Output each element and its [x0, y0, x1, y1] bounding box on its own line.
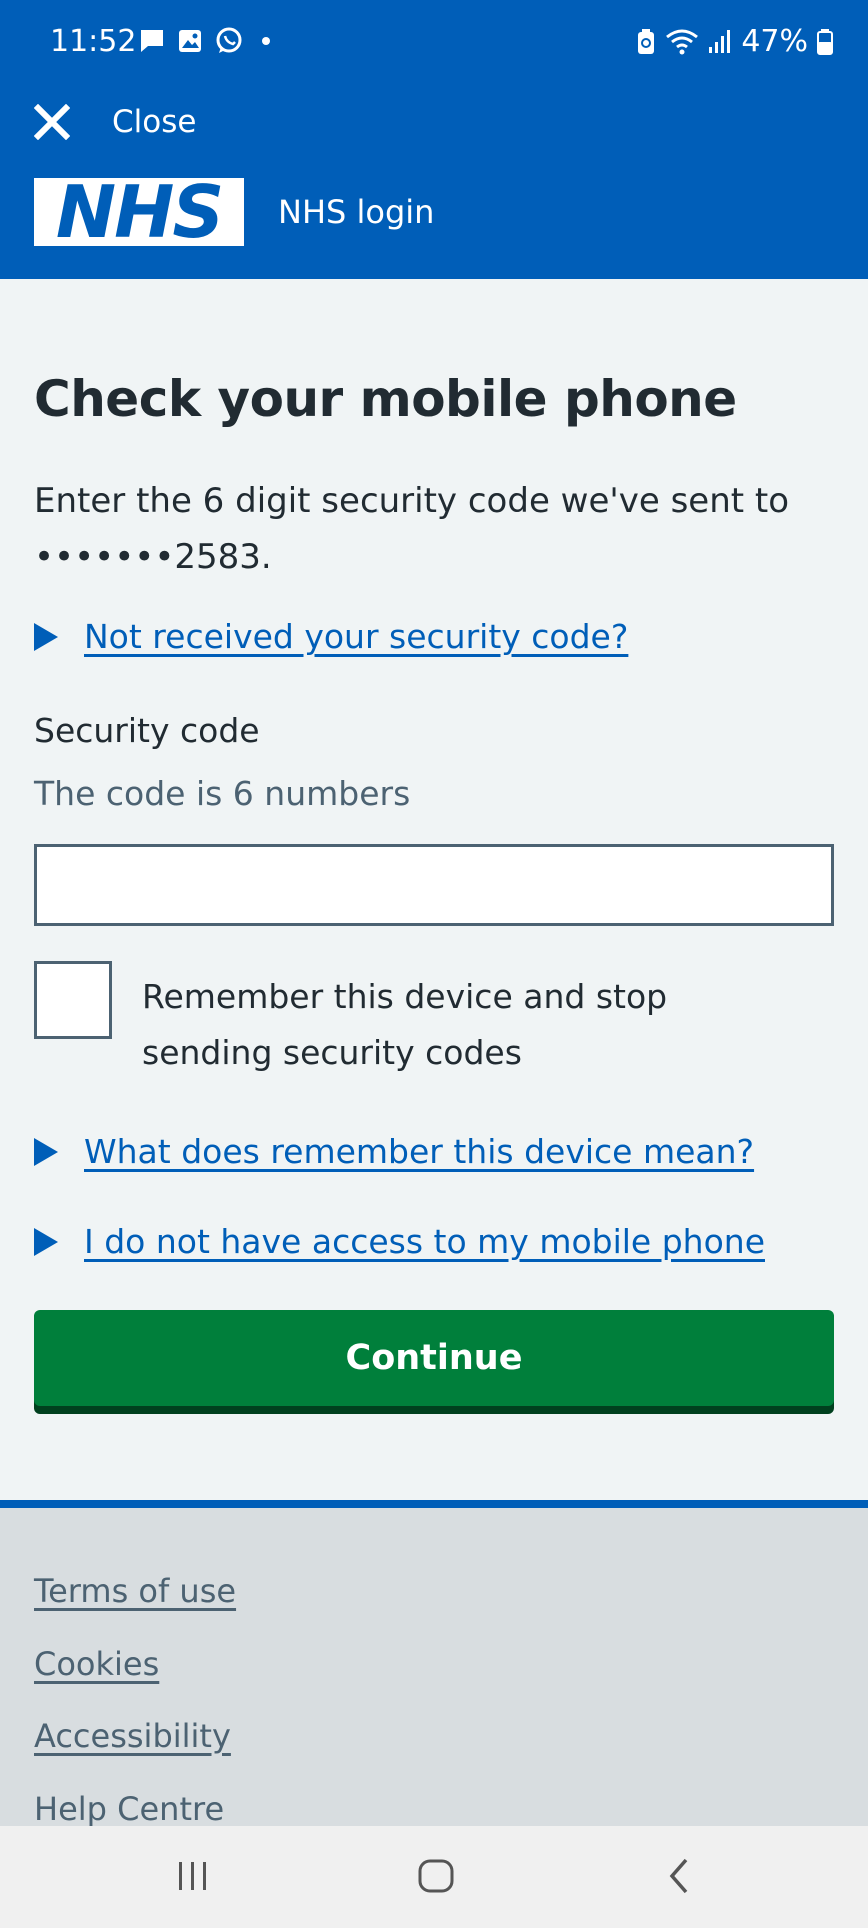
remember-meaning-link[interactable]: What does remember this device mean?: [84, 1132, 754, 1171]
close-label: Close: [112, 104, 197, 140]
back-icon[interactable]: [664, 1856, 694, 1896]
nhs-logo-text: NHS: [55, 170, 224, 254]
security-code-hint: The code is 6 numbers: [34, 774, 411, 813]
signal-icon: [709, 29, 731, 53]
not-received-details[interactable]: Not received your security code?: [34, 617, 628, 656]
dot-icon: [262, 37, 270, 45]
service-name: NHS login: [278, 193, 435, 231]
battery-icon: [817, 28, 833, 55]
footer-link-help-centre[interactable]: Help Centre: [34, 1790, 224, 1828]
battery-saver-icon: [638, 28, 655, 54]
wifi-icon: [666, 29, 699, 54]
status-right: 47%: [635, 24, 834, 59]
page-title: Check your mobile phone: [34, 370, 737, 428]
gallery-icon: [179, 30, 201, 52]
continue-button[interactable]: Continue: [34, 1310, 834, 1406]
no-access-details[interactable]: I do not have access to my mobile phone: [34, 1222, 765, 1261]
security-code-label: Security code: [34, 711, 260, 750]
no-access-link[interactable]: I do not have access to my mobile phone: [84, 1222, 765, 1261]
recent-apps-icon[interactable]: [176, 1856, 210, 1896]
remember-meaning-details[interactable]: What does remember this device mean?: [34, 1132, 754, 1171]
expand-triangle-icon: [34, 1227, 58, 1256]
status-time: 11:52: [50, 24, 137, 59]
footer-link-accessibility[interactable]: Accessibility: [34, 1717, 231, 1755]
not-received-link[interactable]: Not received your security code?: [84, 617, 628, 656]
close-button[interactable]: Close: [34, 104, 196, 140]
system-nav-bar: [0, 1826, 868, 1928]
nhs-logo: NHS: [34, 172, 244, 252]
expand-triangle-icon: [34, 1137, 58, 1166]
security-code-input[interactable]: [34, 844, 834, 926]
whatsapp-icon: [216, 27, 242, 53]
notification-icons: [138, 26, 274, 56]
footer: Terms of use Cookies Accessibility Help …: [0, 1500, 868, 1836]
home-icon[interactable]: [416, 1856, 456, 1896]
remember-device-checkbox[interactable]: [34, 961, 112, 1039]
footer-link-terms[interactable]: Terms of use: [34, 1572, 236, 1610]
app-header: 11:52 47% Close NHS NHS login: [0, 0, 868, 279]
close-icon: [34, 104, 70, 140]
remember-device-label[interactable]: Remember this device and stop sending se…: [142, 969, 742, 1081]
intro-text: Enter the 6 digit security code we've se…: [34, 481, 790, 577]
footer-link-cookies[interactable]: Cookies: [34, 1645, 159, 1683]
status-bar: 11:52 47%: [0, 0, 868, 88]
battery-percent: 47%: [741, 24, 808, 59]
message-icon: [141, 30, 163, 52]
remember-device-row[interactable]: Remember this device and stop sending se…: [34, 961, 742, 1081]
expand-triangle-icon: [34, 622, 58, 651]
brand: NHS NHS login: [34, 172, 435, 252]
